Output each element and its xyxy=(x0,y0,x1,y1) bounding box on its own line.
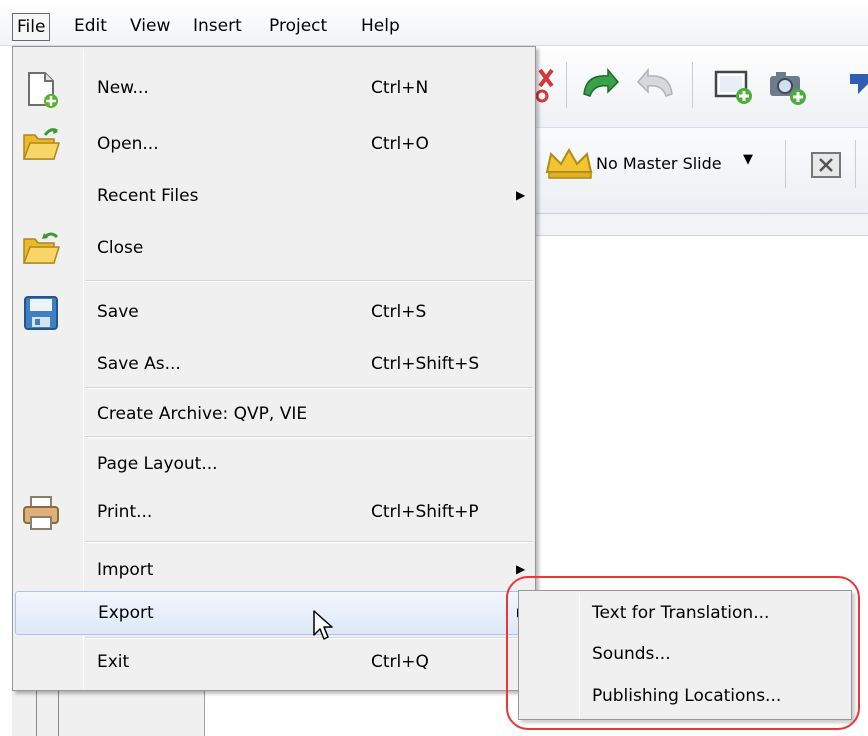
menu-item-open[interactable]: Open... Ctrl+O xyxy=(15,123,533,167)
shortcut-label: Ctrl+S xyxy=(371,302,427,322)
menu-separator xyxy=(85,387,533,389)
menu-separator xyxy=(85,637,533,639)
menu-item-recent-files[interactable]: Recent Files ▶ xyxy=(15,175,533,219)
panel-divider xyxy=(58,690,59,736)
menu-item-label: Exit xyxy=(97,652,130,672)
printer-icon xyxy=(23,496,59,530)
menu-item-label: Print... xyxy=(97,502,153,522)
shortcut-label: Ctrl+Q xyxy=(371,652,429,672)
menu-project[interactable]: Project xyxy=(265,13,331,41)
submenu-arrow-icon: ▶ xyxy=(516,188,526,202)
file-menu: New... Ctrl+N Open... Ctrl+O Recent File… xyxy=(12,46,536,691)
menu-view[interactable]: View xyxy=(126,13,174,41)
shortcut-label: Ctrl+O xyxy=(371,134,429,154)
menu-item-label: New... xyxy=(97,78,149,98)
menu-item-label: Sounds... xyxy=(592,644,671,664)
menu-item-import[interactable]: Import ▶ xyxy=(15,549,533,593)
panel-divider xyxy=(204,690,205,736)
menu-item-label: Open... xyxy=(97,134,159,154)
menu-bar: File Edit View Insert Project Help xyxy=(0,0,868,46)
export-submenu: Text for Translation... Sounds... Publis… xyxy=(518,590,852,720)
open-folder-icon xyxy=(22,128,61,160)
menu-insert[interactable]: Insert xyxy=(189,13,246,41)
menu-item-exit[interactable]: Exit Ctrl+Q xyxy=(15,641,533,685)
panel-divider xyxy=(36,690,37,736)
submenu-item-sounds[interactable]: Sounds... xyxy=(521,635,849,675)
add-screenshot-icon[interactable] xyxy=(766,66,810,108)
new-slide-icon[interactable] xyxy=(712,66,756,108)
menu-separator xyxy=(85,280,533,282)
close-folder-icon xyxy=(22,232,61,264)
redo-icon[interactable] xyxy=(634,66,678,106)
menu-item-save-as[interactable]: Save As... Ctrl+Shift+S xyxy=(15,343,533,387)
menu-item-new[interactable]: New... Ctrl+N xyxy=(15,67,533,111)
menu-item-label: Close xyxy=(97,238,144,258)
scissors-icon[interactable] xyxy=(536,66,558,106)
menu-item-close[interactable]: Close xyxy=(15,227,533,271)
menu-item-label: Save xyxy=(97,302,139,322)
menu-separator xyxy=(85,436,533,438)
left-panel xyxy=(12,690,204,736)
master-slide-label: No Master Slide xyxy=(596,154,722,173)
menu-item-export[interactable]: Export ▶ xyxy=(15,591,533,635)
mouse-cursor-icon xyxy=(313,610,333,640)
menu-item-label: Create Archive: QVP, VIE xyxy=(97,404,308,424)
shortcut-label: Ctrl+Shift+S xyxy=(371,354,480,374)
undo-icon[interactable] xyxy=(578,66,622,106)
menu-separator xyxy=(85,541,533,543)
submenu-item-text-for-translation[interactable]: Text for Translation... xyxy=(521,594,849,634)
submenu-arrow-icon: ▶ xyxy=(516,562,526,576)
chevron-down-icon[interactable]: ▼ xyxy=(743,152,753,167)
menu-file[interactable]: File xyxy=(12,13,51,41)
submenu-item-publishing-locations[interactable]: Publishing Locations... xyxy=(521,677,849,717)
menu-item-label: Text for Translation... xyxy=(592,603,770,623)
slide-close-icon[interactable] xyxy=(808,149,848,181)
menu-item-label: Recent Files xyxy=(97,186,199,206)
menu-help[interactable]: Help xyxy=(357,13,404,41)
new-file-icon xyxy=(28,72,58,108)
menu-item-create-archive[interactable]: Create Archive: QVP, VIE xyxy=(15,393,533,437)
menu-item-label: Publishing Locations... xyxy=(592,686,782,706)
menu-item-label: Import xyxy=(97,560,154,580)
menu-item-label: Save As... xyxy=(97,354,181,374)
save-disk-icon xyxy=(24,296,58,330)
shortcut-label: Ctrl+Shift+P xyxy=(371,502,479,522)
ruler xyxy=(530,214,868,236)
menu-item-print[interactable]: Print... Ctrl+Shift+P xyxy=(15,491,533,535)
menu-item-label: Export xyxy=(98,603,154,623)
more-tool-icon[interactable] xyxy=(848,70,868,104)
menu-item-save[interactable]: Save Ctrl+S xyxy=(15,291,533,335)
menu-item-label: Page Layout... xyxy=(97,454,218,474)
menu-item-page-layout[interactable]: Page Layout... xyxy=(15,443,533,487)
shortcut-label: Ctrl+N xyxy=(371,78,429,98)
menu-edit[interactable]: Edit xyxy=(70,13,111,41)
crown-icon xyxy=(545,147,593,179)
